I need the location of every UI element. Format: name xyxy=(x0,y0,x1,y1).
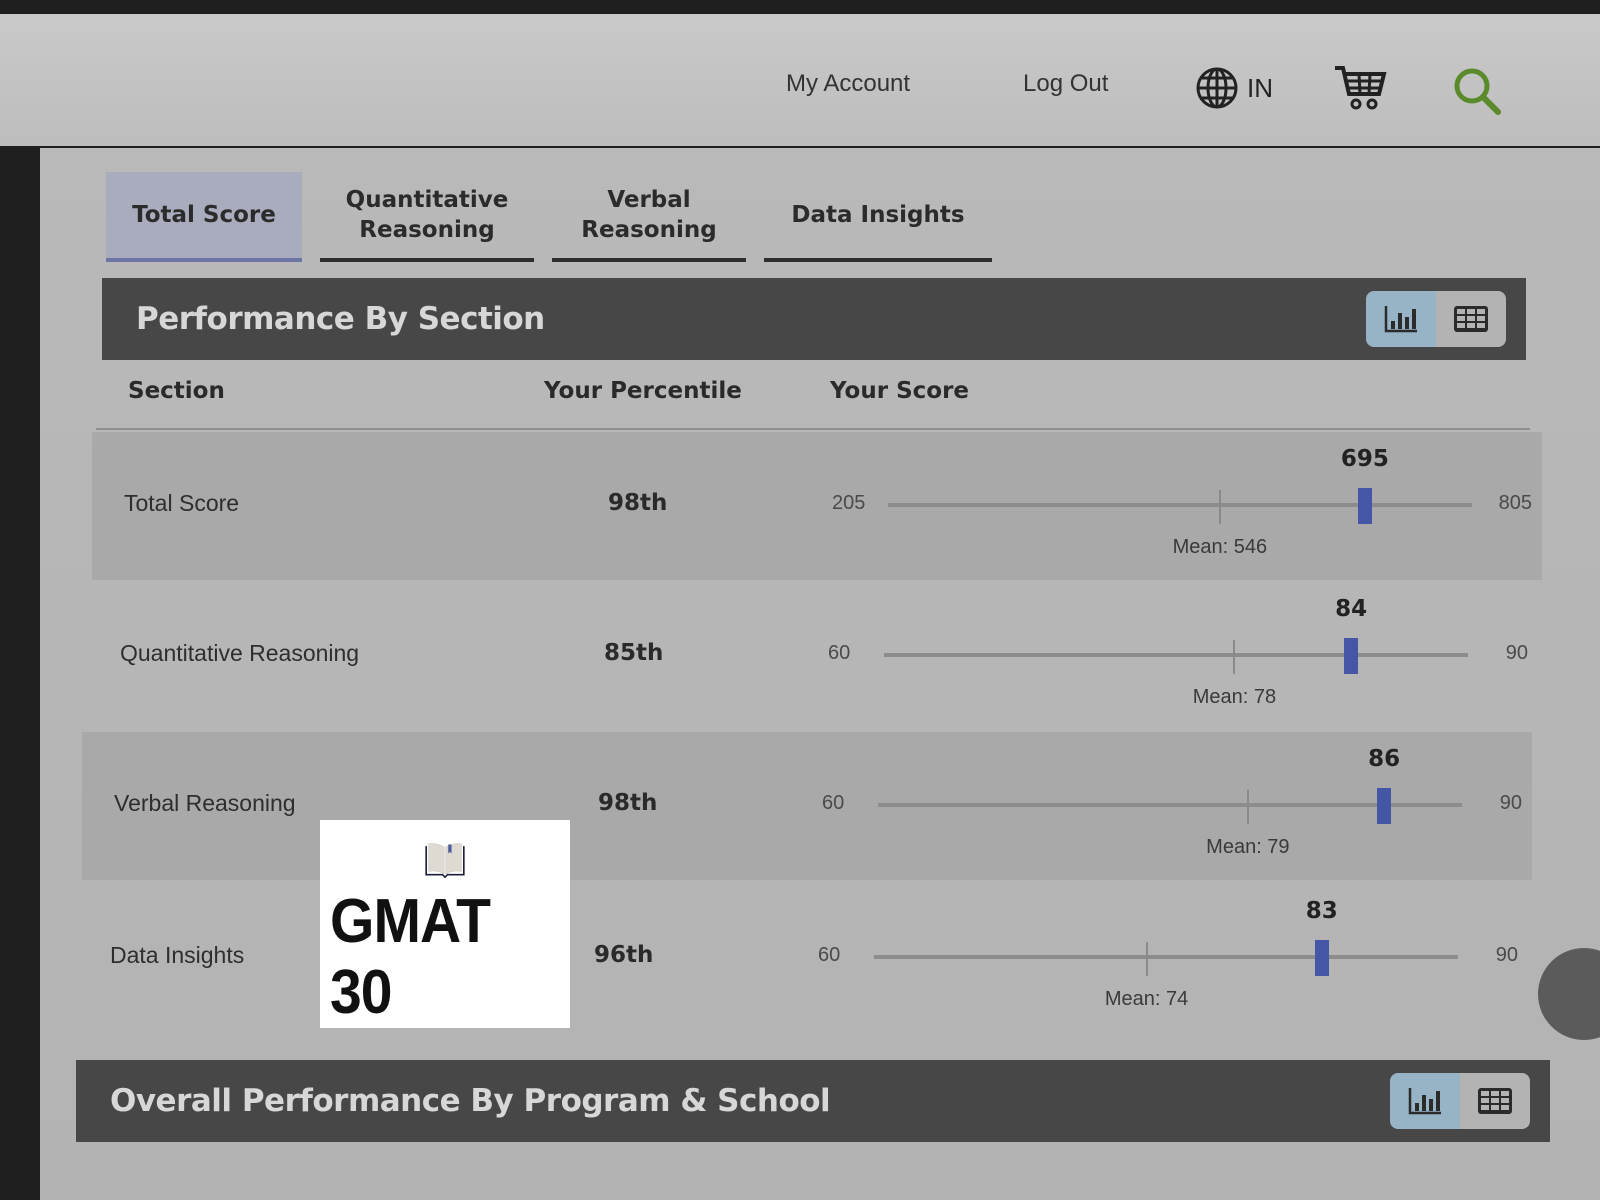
score-marker xyxy=(1357,488,1372,524)
score-track xyxy=(888,503,1472,507)
row-percentile: 98th xyxy=(598,790,658,816)
score-report-page: Total Score Quantitative Reasoning Verba… xyxy=(40,148,1600,1200)
score-range-chart: 60 90 Mean: 79 86 xyxy=(822,732,1522,880)
tab-verbal-reasoning[interactable]: Verbal Reasoning xyxy=(552,172,746,262)
my-account-link[interactable]: My Account xyxy=(786,70,910,98)
view-toggle xyxy=(1390,1073,1530,1129)
score-track xyxy=(884,653,1468,657)
row-percentile: 98th xyxy=(608,490,668,516)
mean-label: Mean: 74 xyxy=(1104,988,1189,1010)
view-toggle xyxy=(1366,291,1506,347)
row-percentile: 85th xyxy=(604,640,664,666)
chart-view-button[interactable] xyxy=(1366,291,1436,347)
score-value: 83 xyxy=(1305,898,1338,924)
overall-performance-header: Overall Performance By Program & School xyxy=(76,1060,1550,1142)
chart-view-button[interactable] xyxy=(1390,1073,1460,1129)
mean-label: Mean: 79 xyxy=(1206,836,1290,858)
table-view-button[interactable] xyxy=(1436,291,1506,347)
table-grid-icon xyxy=(1478,1088,1512,1114)
search-icon[interactable] xyxy=(1452,66,1502,116)
mean-tick xyxy=(1233,640,1236,674)
range-min-label: 60 xyxy=(822,792,845,814)
score-range-chart: 60 90 Mean: 78 84 xyxy=(828,582,1528,730)
score-range-chart: 60 90 Mean: 74 83 xyxy=(818,884,1518,1032)
bar-chart-icon xyxy=(1408,1088,1441,1115)
mean-tick xyxy=(1218,490,1221,524)
bar-chart-icon xyxy=(1384,306,1417,333)
row-section-name: Data Insights xyxy=(110,942,245,968)
gmat30-watermark-logo: GMAT 30 xyxy=(320,820,570,1028)
locale-label: IN xyxy=(1247,72,1273,103)
mean-tick xyxy=(1145,942,1148,976)
range-max-label: 805 xyxy=(1498,492,1532,514)
globe-icon xyxy=(1196,67,1238,109)
row-percentile: 96th xyxy=(594,942,654,968)
row-section-name: Total Score xyxy=(124,490,240,516)
range-max-label: 90 xyxy=(1505,642,1528,664)
table-grid-icon xyxy=(1454,306,1488,332)
score-track xyxy=(874,955,1458,959)
mean-tick xyxy=(1246,790,1249,824)
range-min-label: 60 xyxy=(818,944,841,966)
header-divider xyxy=(96,428,1530,430)
row-section-name: Quantitative Reasoning xyxy=(120,640,360,666)
score-value: 695 xyxy=(1340,446,1389,472)
table-row: Quantitative Reasoning 85th 60 90 Mean: … xyxy=(88,582,1538,730)
score-marker xyxy=(1314,940,1329,976)
log-out-link[interactable]: Log Out xyxy=(1023,70,1108,98)
section-tabs: Total Score Quantitative Reasoning Verba… xyxy=(106,172,992,262)
mean-label: Mean: 78 xyxy=(1192,686,1277,708)
tab-quantitative-reasoning[interactable]: Quantitative Reasoning xyxy=(320,172,534,262)
watermark-text: GMAT 30 xyxy=(330,887,491,1027)
range-min-label: 205 xyxy=(832,492,866,514)
table-row: Total Score 98th 205 805 Mean: 546 695 xyxy=(92,432,1542,580)
score-value: 86 xyxy=(1368,746,1401,772)
mean-label: Mean: 546 xyxy=(1172,536,1268,558)
score-marker xyxy=(1377,788,1392,824)
tab-data-insights[interactable]: Data Insights xyxy=(764,172,992,262)
table-view-button[interactable] xyxy=(1460,1073,1530,1129)
range-max-label: 90 xyxy=(1495,944,1518,966)
table-row: Data Insights 96th 60 90 Mean: 74 83 xyxy=(78,884,1528,1032)
scroll-to-top-button[interactable] xyxy=(1538,948,1600,1040)
score-marker xyxy=(1344,638,1359,674)
open-book-icon xyxy=(425,843,465,878)
locale-selector[interactable]: IN xyxy=(1195,66,1273,110)
score-range-chart: 205 805 Mean: 546 695 xyxy=(832,432,1532,580)
section-title: Performance By Section xyxy=(136,301,545,337)
table-header: Section Your Percentile Your Score xyxy=(128,378,1528,418)
tab-total-score[interactable]: Total Score xyxy=(106,172,302,262)
column-header-section: Section xyxy=(128,378,225,404)
range-min-label: 60 xyxy=(828,642,851,664)
column-header-percentile: Your Percentile xyxy=(544,378,742,404)
performance-by-section-header: Performance By Section xyxy=(102,278,1526,360)
column-header-score: Your Score xyxy=(830,378,970,404)
range-max-label: 90 xyxy=(1499,792,1522,814)
section-title: Overall Performance By Program & School xyxy=(110,1083,831,1119)
table-row: Verbal Reasoning 98th 60 90 Mean: 79 86 xyxy=(82,732,1532,880)
score-value: 84 xyxy=(1335,596,1368,622)
score-track xyxy=(878,803,1462,807)
top-nav-bar: My Account Log Out IN xyxy=(0,14,1600,146)
row-section-name: Verbal Reasoning xyxy=(114,790,296,816)
cart-icon[interactable] xyxy=(1333,64,1387,110)
